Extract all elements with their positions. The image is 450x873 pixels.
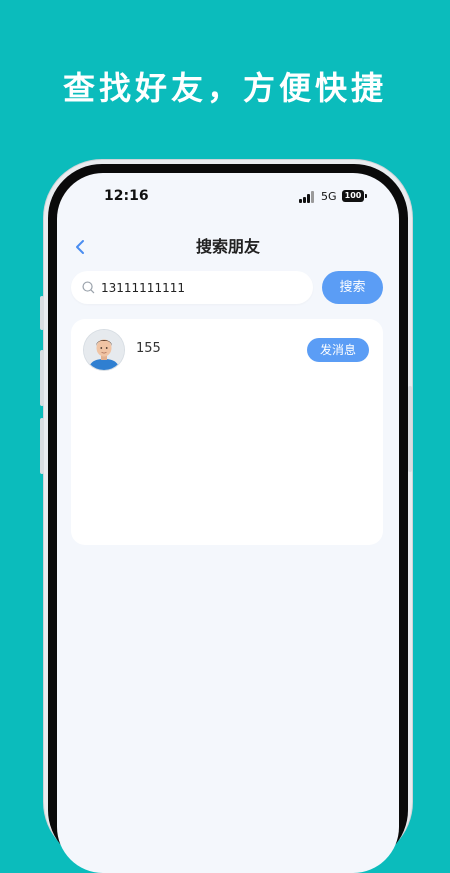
friend-name: 155 <box>136 341 161 356</box>
search-input[interactable] <box>101 271 301 304</box>
search-button[interactable]: 搜索 <box>322 271 383 304</box>
phone-side-button <box>40 418 44 474</box>
send-message-button[interactable]: 发消息 <box>307 338 369 362</box>
search-icon <box>82 281 95 294</box>
search-box[interactable] <box>71 271 313 304</box>
promo-headline: 查找好友，方便快捷 <box>62 69 387 107</box>
signal-icon <box>299 191 317 203</box>
battery-tip <box>365 194 367 198</box>
status-time: 12:16 <box>104 188 149 204</box>
battery-icon: 100 <box>342 190 364 202</box>
avatar[interactable] <box>84 330 124 370</box>
phone-screen: 12:16 5G 100 搜索朋友 搜索 <box>57 173 399 873</box>
status-bar: 12:16 5G 100 <box>57 173 399 219</box>
user-avatar-icon <box>84 330 124 370</box>
phone-side-button <box>40 296 44 330</box>
phone-side-button <box>408 386 412 472</box>
phone-side-button <box>40 350 44 406</box>
page-title: 搜索朋友 <box>195 237 260 256</box>
network-label: 5G <box>321 190 337 203</box>
search-result-card: 155 发消息 <box>71 319 383 545</box>
